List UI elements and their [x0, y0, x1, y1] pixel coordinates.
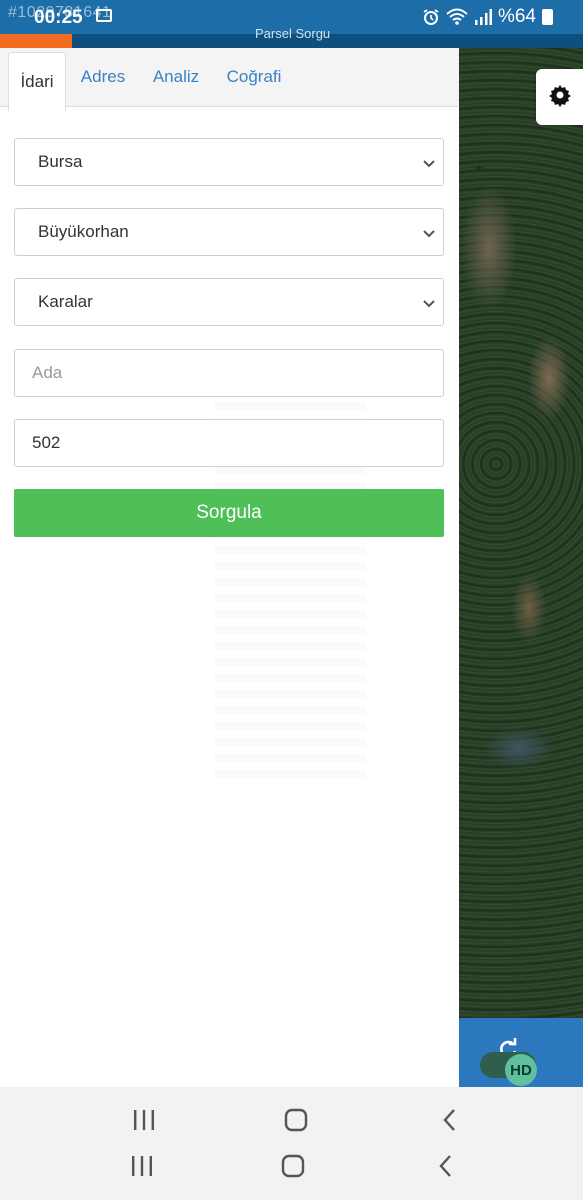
- neighborhood-value: Karalar: [38, 292, 93, 311]
- back-icon[interactable]: [437, 1107, 463, 1133]
- wifi-icon: [446, 8, 468, 26]
- alarm-icon: [422, 8, 440, 26]
- signal-icon: [474, 8, 492, 26]
- navigation-bar: [0, 1087, 583, 1200]
- tab-analiz[interactable]: Analiz: [146, 48, 206, 106]
- app-title: Parsel Sorgu: [255, 26, 331, 41]
- province-value: Bursa: [38, 152, 83, 171]
- battery-icon: [542, 9, 553, 25]
- district-value: Büyükorhan: [38, 222, 129, 241]
- query-button[interactable]: Sorgula: [14, 489, 444, 537]
- hd-toggle-knob[interactable]: HD: [505, 1054, 537, 1086]
- battery-percent: %64: [497, 6, 536, 27]
- chevron-down-icon: [423, 155, 435, 168]
- header-accent: [0, 34, 72, 48]
- parcel-value: 502: [32, 433, 61, 452]
- neighborhood-select[interactable]: Karalar: [14, 278, 444, 326]
- home-icon[interactable]: [283, 1107, 309, 1133]
- block-placeholder: Ada: [32, 363, 63, 382]
- recent-apps-icon[interactable]: [129, 1153, 155, 1179]
- chevron-down-icon: [423, 295, 435, 308]
- tab-idari[interactable]: İdari: [8, 52, 66, 111]
- tab-bar: İdari Adres Analiz Coğrafi: [0, 48, 459, 111]
- chevron-down-icon: [423, 225, 435, 238]
- home-icon[interactable]: [280, 1153, 306, 1179]
- nav-row: [0, 1145, 583, 1185]
- nav-row: [0, 1099, 583, 1139]
- tab-adres[interactable]: Adres: [74, 48, 132, 106]
- back-icon[interactable]: [433, 1153, 459, 1179]
- district-select[interactable]: Büyükorhan: [14, 208, 444, 256]
- query-panel: İdari Adres Analiz Coğrafi Bursa Büyükor…: [0, 48, 459, 1088]
- province-select[interactable]: Bursa: [14, 138, 444, 186]
- satellite-map[interactable]: HD: [459, 48, 583, 1088]
- settings-button[interactable]: [536, 69, 583, 125]
- parcel-input[interactable]: 502: [14, 419, 444, 467]
- map-control-bar: HD: [459, 1018, 583, 1088]
- app-header: Parsel Sorgu: [0, 26, 583, 48]
- watermark-id: #1029781641: [8, 4, 112, 21]
- status-icons: %64: [422, 6, 553, 28]
- gear-icon: [548, 83, 572, 112]
- recent-apps-icon[interactable]: [131, 1107, 157, 1133]
- tab-cografi[interactable]: Coğrafi: [222, 48, 286, 106]
- block-input[interactable]: Ada: [14, 349, 444, 397]
